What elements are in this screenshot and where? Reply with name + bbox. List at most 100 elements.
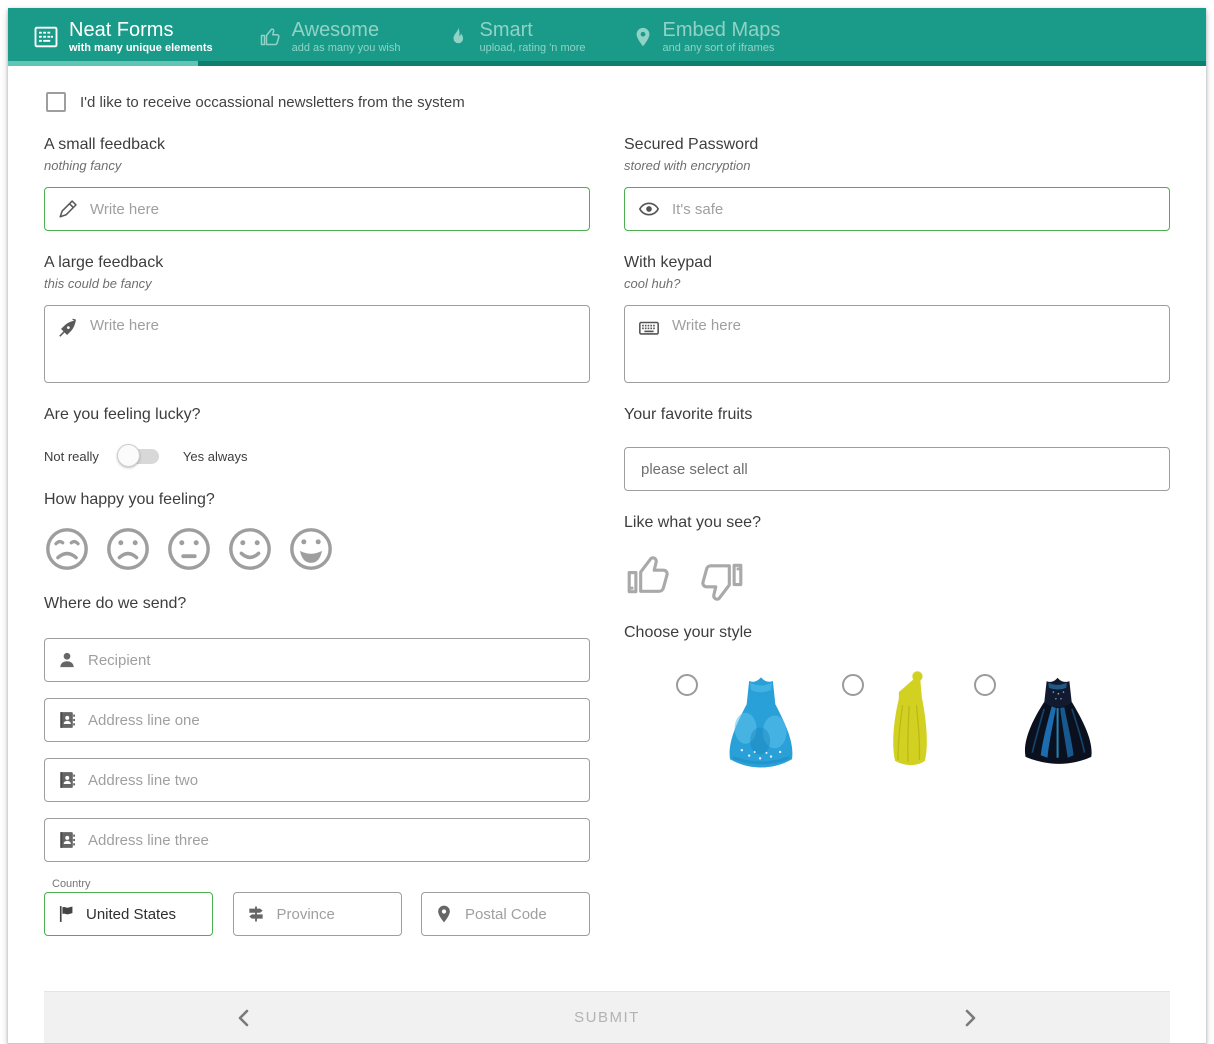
flame-icon (446, 25, 470, 49)
field-title: Where do we send? (44, 595, 590, 613)
tab-subtitle: upload, rating 'n more (479, 43, 585, 55)
radio-yellow-dress[interactable] (842, 674, 864, 696)
toggle-on-label: Yes always (183, 449, 248, 464)
style-option-blue-ball-gown[interactable] (676, 668, 802, 774)
tab-label: Smart (479, 20, 585, 41)
happy-rating-field: How happy you feeling? (44, 491, 590, 572)
address-book-icon (57, 710, 77, 730)
address-book-icon (57, 770, 77, 790)
emoji-sad-option[interactable] (105, 526, 151, 572)
tab-smart[interactable]: Smart upload, rating 'n more (446, 20, 585, 55)
active-tab-indicator (8, 61, 198, 66)
style-options-row (624, 668, 1170, 774)
submit-button[interactable]: SUBMIT (574, 1009, 640, 1026)
emoji-happy-icon (227, 526, 273, 572)
thumbs-up-button[interactable] (624, 549, 674, 601)
address-book-icon (57, 830, 77, 850)
signpost-icon (246, 904, 266, 924)
secured-password-field: Secured Password stored with encryption (624, 136, 1170, 231)
favorite-fruits-select[interactable]: please select all (624, 447, 1170, 491)
toggle-off-label: Not really (44, 449, 99, 464)
prev-button[interactable] (236, 1009, 252, 1027)
tab-label: Embed Maps (663, 20, 781, 41)
address-line-two-input[interactable] (86, 771, 577, 790)
address-line-one-inputbox (44, 698, 590, 742)
right-column: Secured Password stored with encryption … (624, 136, 1170, 797)
keyboard-icon (637, 317, 661, 339)
favorite-fruits-field: Your favorite fruits please select all (624, 406, 1170, 491)
emoji-happy-option[interactable] (227, 526, 273, 572)
tab-subtitle: and any sort of iframes (663, 43, 781, 55)
field-title: With keypad (624, 254, 1170, 272)
style-option-dark-blue-ball-gown[interactable] (974, 668, 1098, 770)
emoji-neutral-option[interactable] (166, 526, 212, 572)
country-select[interactable]: United States (44, 892, 213, 936)
map-pin-icon (632, 25, 654, 49)
dark-blue-ball-gown-image[interactable] (1018, 668, 1098, 770)
province-input[interactable] (275, 905, 389, 924)
like-what-you-see-field: Like what you see? (624, 514, 1170, 601)
province-inputbox (233, 892, 402, 936)
blue-ball-gown-image[interactable] (720, 668, 802, 774)
recipient-input[interactable] (86, 651, 577, 670)
field-title: Your favorite fruits (624, 406, 1170, 424)
emoji-angry-option[interactable] (44, 526, 90, 572)
tab-neat-forms[interactable]: Neat Forms with many unique elements (32, 20, 213, 55)
thumbs-down-button[interactable] (696, 556, 746, 608)
emoji-angry-icon (44, 526, 90, 572)
lucky-toggle-row: Not really Yes always (44, 444, 590, 468)
form-body: I'd like to receive occassional newslett… (8, 66, 1206, 1043)
eye-icon (637, 198, 661, 220)
newsletter-checkbox[interactable] (46, 92, 66, 112)
with-keypad-input[interactable] (670, 316, 1157, 335)
field-subtitle: this could be fancy (44, 276, 590, 291)
with-keypad-field: With keypad cool huh? (624, 254, 1170, 383)
field-title: Secured Password (624, 136, 1170, 154)
small-feedback-input[interactable] (88, 200, 577, 219)
select-placeholder: please select all (641, 461, 748, 478)
field-title: A small feedback (44, 136, 590, 154)
radio-dark-gown[interactable] (974, 674, 996, 696)
secured-password-input[interactable] (670, 200, 1157, 219)
chevron-left-icon (236, 1009, 252, 1027)
lucky-toggle-switch[interactable] (117, 444, 161, 468)
postal-code-input[interactable] (463, 905, 577, 924)
emoji-very-happy-option[interactable] (288, 526, 334, 572)
tab-subtitle: with many unique elements (69, 43, 213, 55)
address-line-one-input[interactable] (86, 711, 577, 730)
field-subtitle: cool huh? (624, 276, 1170, 291)
flag-icon (57, 904, 77, 924)
tab-awesome[interactable]: Awesome add as many you wish (259, 20, 401, 55)
map-pin-icon (434, 904, 454, 924)
emoji-rating-row (44, 526, 590, 572)
header-tab-bar: Neat Forms with many unique elements Awe… (8, 8, 1206, 66)
recipient-inputbox (44, 638, 590, 682)
radio-blue-gown[interactable] (676, 674, 698, 696)
tab-label: Awesome (292, 20, 401, 41)
choose-style-field: Choose your style (624, 624, 1170, 774)
postal-code-inputbox (421, 892, 590, 936)
newsletter-option: I'd like to receive occassional newslett… (46, 92, 1170, 112)
large-feedback-input[interactable] (88, 316, 577, 335)
next-button[interactable] (962, 1009, 978, 1027)
yellow-cocktail-dress-image[interactable] (886, 668, 934, 772)
emoji-neutral-icon (166, 526, 212, 572)
address-line-three-input[interactable] (86, 831, 577, 850)
style-option-yellow-cocktail-dress[interactable] (842, 668, 934, 772)
feeling-lucky-field: Are you feeling lucky? Not really Yes al… (44, 406, 590, 468)
address-line-three-inputbox (44, 818, 590, 862)
small-feedback-field: A small feedback nothing fancy (44, 136, 590, 231)
thumbs-row (624, 549, 1170, 601)
tab-embed-maps[interactable]: Embed Maps and any sort of iframes (632, 20, 781, 55)
field-subtitle: nothing fancy (44, 158, 590, 173)
secured-password-inputbox (624, 187, 1170, 231)
thumbs-down-icon (696, 556, 746, 608)
switch-thumb[interactable] (117, 444, 140, 467)
with-keypad-inputbox (624, 305, 1170, 383)
field-subtitle: stored with encryption (624, 158, 1170, 173)
small-feedback-inputbox (44, 187, 590, 231)
form-icon (32, 23, 60, 51)
country-row: United States (44, 892, 590, 936)
pen-nib-icon (57, 317, 79, 339)
address-line-two-inputbox (44, 758, 590, 802)
